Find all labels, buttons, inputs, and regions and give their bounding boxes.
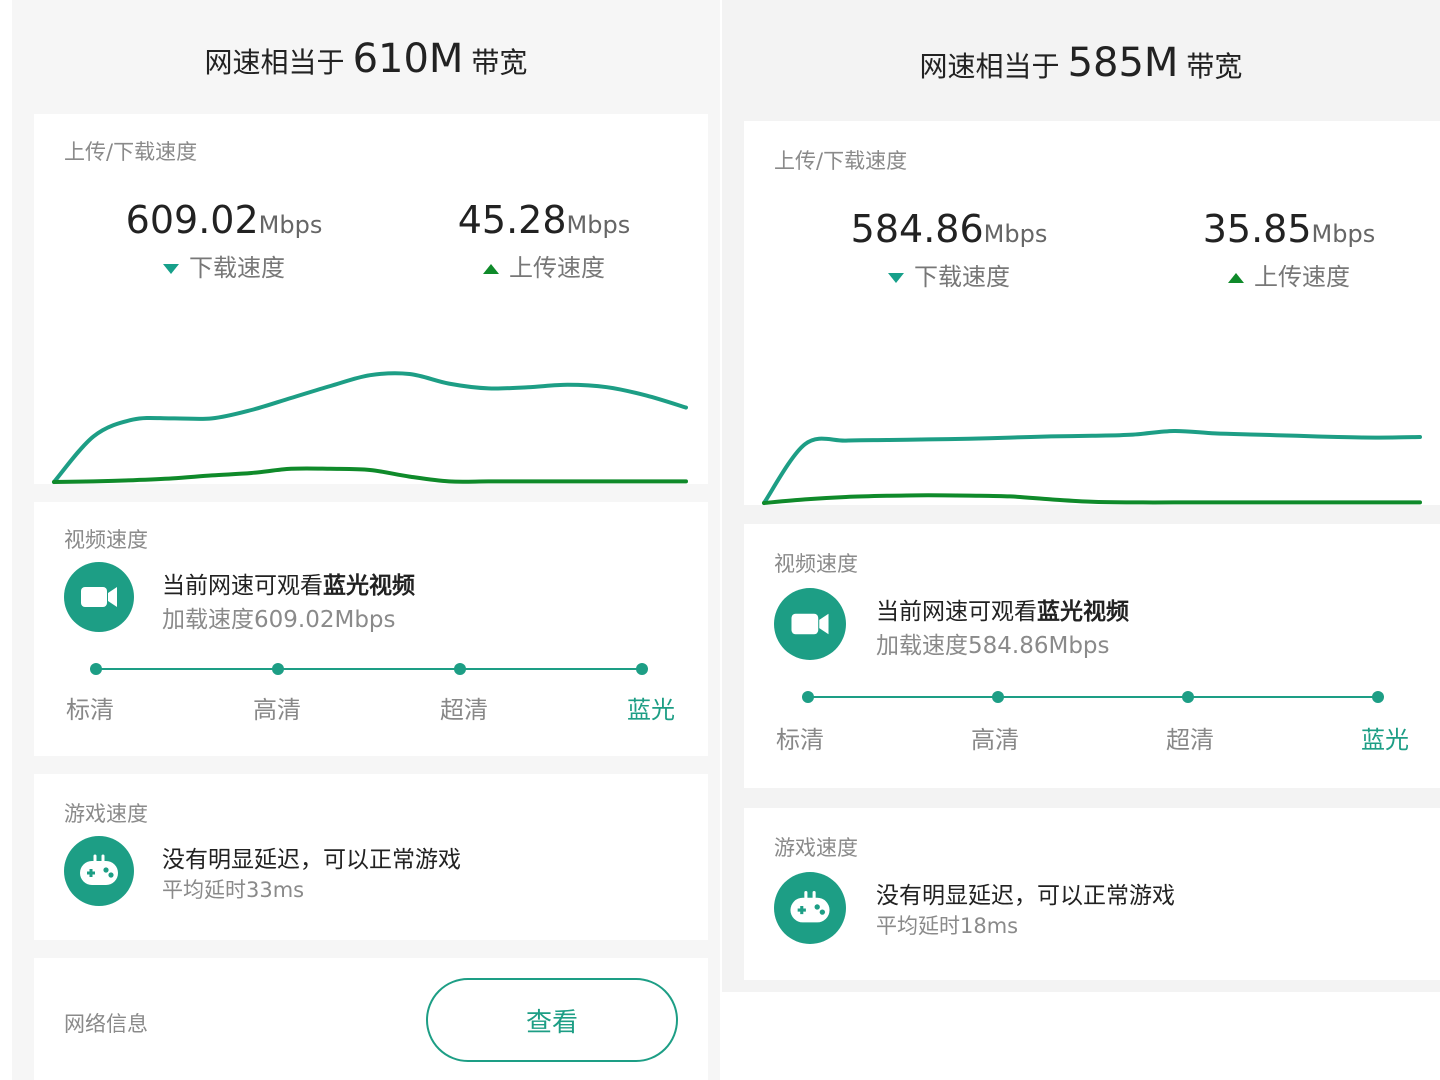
download-label-row: 下载速度 bbox=[114, 248, 334, 283]
left-result-panel: 网速相当于 610M 带宽 上传/下载速度 609.02Mbps 下载速度 45.2… bbox=[12, 0, 720, 1080]
network-info-label: 网络信息 bbox=[64, 1012, 148, 1036]
view-network-button[interactable]: 查看 bbox=[426, 978, 678, 1062]
quality-dot-fhd bbox=[1182, 691, 1194, 703]
headline-prefix: 网速相当于 bbox=[919, 50, 1060, 83]
upload-speed: 45.28Mbps 上传速度 bbox=[434, 198, 654, 283]
headline-value: 585M bbox=[1067, 40, 1179, 86]
video-camera-icon bbox=[774, 588, 846, 660]
quality-label-sd: 标清 bbox=[776, 726, 824, 754]
video-quality-prefix: 当前网速可观看 bbox=[162, 573, 323, 599]
upload-label: 上传速度 bbox=[509, 254, 605, 282]
quality-dot-sd bbox=[90, 663, 102, 675]
upload-unit: Mbps bbox=[1311, 220, 1376, 248]
headline-suffix: 带宽 bbox=[471, 46, 528, 79]
quality-label-bluray: 蓝光 bbox=[627, 696, 675, 724]
headline-prefix: 网速相当于 bbox=[204, 46, 345, 79]
down-arrow-icon bbox=[163, 264, 179, 274]
video-quality-text: 当前网速可观看蓝光视频 bbox=[162, 566, 415, 600]
speed-chart bbox=[52, 371, 688, 484]
quality-track bbox=[96, 668, 644, 670]
game-card-title: 游戏速度 bbox=[774, 836, 858, 860]
quality-label-hd: 高清 bbox=[253, 696, 301, 724]
download-speed: 584.86Mbps 下载速度 bbox=[834, 207, 1064, 292]
gamepad-icon bbox=[774, 872, 846, 944]
headline-suffix: 带宽 bbox=[1186, 50, 1243, 83]
quality-dot-bluray bbox=[636, 663, 648, 675]
download-value: 609.02 bbox=[125, 198, 259, 242]
download-label: 下载速度 bbox=[189, 254, 285, 282]
bandwidth-headline: 网速相当于 610M 带宽 bbox=[12, 36, 720, 82]
video-quality-bold: 蓝光视频 bbox=[323, 573, 415, 599]
blank-area bbox=[722, 992, 1440, 1080]
video-load-speed: 加载速度584.86Mbps bbox=[876, 633, 1110, 659]
video-camera-icon bbox=[64, 562, 134, 632]
quality-track bbox=[808, 696, 1378, 698]
game-latency-text: 没有明显延迟，可以正常游戏 bbox=[162, 847, 461, 873]
upload-value: 45.28 bbox=[457, 198, 567, 242]
game-card-title: 游戏速度 bbox=[64, 802, 148, 826]
speed-card: 上传/下载速度 609.02Mbps 下载速度 45.28Mbps 上传速度 bbox=[34, 114, 708, 484]
quality-dot-hd bbox=[272, 663, 284, 675]
down-arrow-icon bbox=[888, 273, 904, 283]
download-line bbox=[762, 428, 1422, 505]
game-avg-latency: 平均延时18ms bbox=[876, 914, 1019, 938]
up-arrow-icon bbox=[1228, 273, 1244, 283]
video-card: 视频速度 当前网速可观看蓝光视频 加载速度584.86Mbps 标清 高清 超清… bbox=[744, 524, 1440, 788]
download-label: 下载速度 bbox=[914, 263, 1010, 291]
upload-speed: 35.85Mbps 上传速度 bbox=[1174, 207, 1404, 292]
bandwidth-headline: 网速相当于 585M 带宽 bbox=[722, 40, 1440, 86]
speed-card-title: 上传/下载速度 bbox=[64, 140, 198, 164]
download-label-row: 下载速度 bbox=[834, 257, 1064, 292]
speed-card: 上传/下载速度 584.86Mbps 下载速度 35.85Mbps 上传速度 bbox=[744, 121, 1440, 505]
headline-value: 610M bbox=[352, 36, 464, 82]
download-unit: Mbps bbox=[983, 220, 1048, 248]
quality-dot-hd bbox=[992, 691, 1004, 703]
speed-card-title: 上传/下载速度 bbox=[774, 149, 908, 173]
download-unit: Mbps bbox=[258, 211, 323, 239]
quality-label-sd: 标清 bbox=[66, 696, 114, 724]
quality-label-bluray: 蓝光 bbox=[1361, 726, 1409, 754]
video-card-title: 视频速度 bbox=[774, 552, 858, 576]
quality-dot-fhd bbox=[454, 663, 466, 675]
game-card: 游戏速度 没有明显延迟，可以正常游戏 平均延时33ms bbox=[34, 774, 708, 940]
quality-label-hd: 高清 bbox=[971, 726, 1019, 754]
game-avg-latency: 平均延时33ms bbox=[162, 878, 305, 902]
up-arrow-icon bbox=[483, 264, 499, 274]
right-result-panel: 网速相当于 585M 带宽 上传/下载速度 584.86Mbps 下载速度 35.8… bbox=[722, 0, 1440, 1080]
download-value: 584.86 bbox=[850, 207, 984, 251]
quality-dot-bluray bbox=[1372, 691, 1384, 703]
gamepad-icon bbox=[64, 836, 134, 906]
upload-label: 上传速度 bbox=[1254, 263, 1350, 291]
video-quality-prefix: 当前网速可观看 bbox=[876, 599, 1037, 625]
game-card: 游戏速度 没有明显延迟，可以正常游戏 平均延时18ms bbox=[744, 808, 1440, 980]
game-latency-text: 没有明显延迟，可以正常游戏 bbox=[876, 883, 1175, 909]
video-card: 视频速度 当前网速可观看蓝光视频 加载速度609.02Mbps 标清 高清 超清… bbox=[34, 502, 708, 756]
quality-label-fhd: 超清 bbox=[440, 696, 488, 724]
upload-value: 35.85 bbox=[1202, 207, 1312, 251]
upload-line bbox=[52, 466, 688, 484]
video-card-title: 视频速度 bbox=[64, 528, 148, 552]
upload-label-row: 上传速度 bbox=[1174, 257, 1404, 292]
network-card: 网络信息 查看 bbox=[34, 958, 708, 1080]
download-line bbox=[52, 371, 688, 484]
video-quality-bold: 蓝光视频 bbox=[1037, 599, 1129, 625]
upload-label-row: 上传速度 bbox=[434, 248, 654, 283]
upload-line bbox=[762, 493, 1422, 505]
video-quality-text: 当前网速可观看蓝光视频 bbox=[876, 592, 1129, 626]
quality-dot-sd bbox=[802, 691, 814, 703]
download-speed: 609.02Mbps 下载速度 bbox=[114, 198, 334, 283]
video-load-speed: 加载速度609.02Mbps bbox=[162, 607, 396, 633]
quality-label-fhd: 超清 bbox=[1166, 726, 1214, 754]
speed-chart bbox=[762, 428, 1422, 505]
upload-unit: Mbps bbox=[566, 211, 631, 239]
